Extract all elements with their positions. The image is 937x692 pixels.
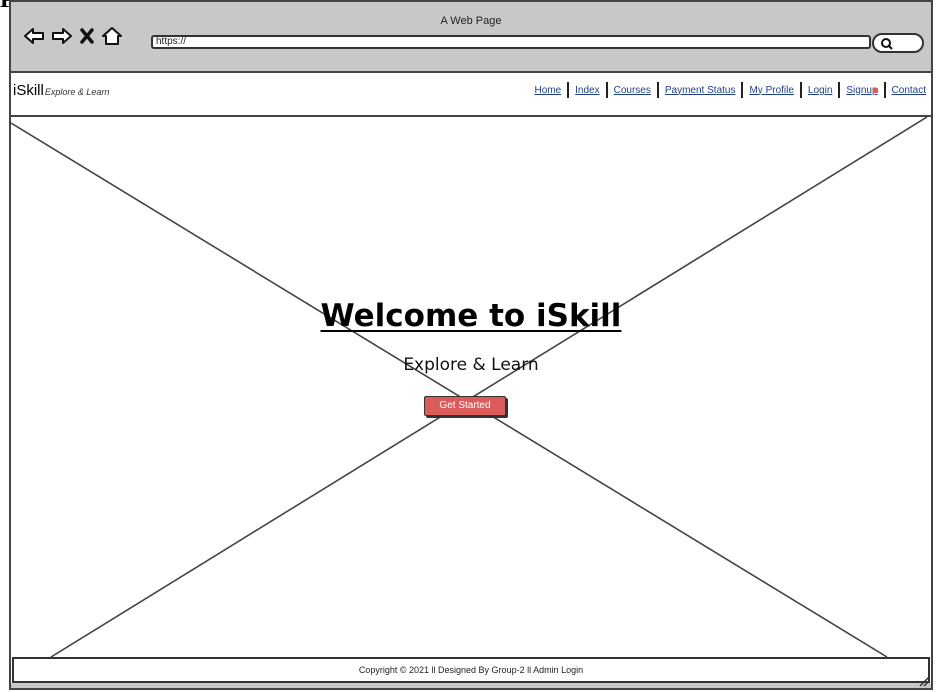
nav-link-login[interactable]: Login — [808, 85, 832, 96]
home-icon[interactable] — [101, 26, 123, 46]
main-nav: Home Index Courses Payment Status My Pro… — [534, 82, 926, 98]
nav-divider — [838, 82, 841, 98]
close-x-icon[interactable] — [79, 26, 95, 46]
nav-divider — [799, 82, 802, 98]
nav-link-contact[interactable]: Contact — [892, 85, 926, 96]
annotation-marker — [872, 88, 878, 93]
search-icon — [881, 38, 893, 50]
url-input[interactable]: https:// — [151, 35, 871, 49]
nav-link-index[interactable]: Index — [575, 85, 599, 96]
window-status-strip — [11, 683, 931, 688]
nav-link-home[interactable]: Home — [534, 85, 561, 96]
browser-window: A Web Page https:// iSkill Explore & Lea… — [9, 0, 933, 690]
nav-divider — [567, 82, 570, 98]
brand-name: iSkill — [13, 82, 44, 99]
nav-divider — [605, 82, 608, 98]
nav-divider — [656, 82, 659, 98]
nav-divider — [883, 82, 886, 98]
hero-subtitle: Explore & Learn — [403, 355, 539, 375]
image-placeholder — [11, 117, 928, 657]
forward-arrow-icon[interactable] — [51, 26, 73, 46]
browser-chrome: A Web Page https:// — [11, 2, 931, 73]
site-header: iSkill Explore & Learn Home Index Course… — [11, 73, 931, 117]
nav-link-my-profile[interactable]: My Profile — [749, 85, 793, 96]
back-arrow-icon[interactable] — [23, 26, 45, 46]
nav-link-courses[interactable]: Courses — [614, 85, 651, 96]
footer: Copyright © 2021 ll Designed By Group-2 … — [12, 657, 930, 683]
resize-grip-icon[interactable] — [918, 675, 930, 687]
brand-tagline: Explore & Learn — [44, 87, 110, 97]
hero-section: Welcome to iSkill Explore & Learn Get St… — [11, 117, 931, 657]
window-title: A Web Page — [440, 15, 502, 27]
hero-title: Welcome to iSkill — [320, 298, 622, 334]
nav-link-payment-status[interactable]: Payment Status — [665, 85, 736, 96]
brand[interactable]: iSkill Explore & Learn — [13, 82, 109, 99]
browser-nav-controls — [23, 26, 123, 46]
search-button[interactable] — [872, 33, 924, 53]
get-started-button[interactable]: Get Started — [424, 396, 506, 416]
nav-divider — [741, 82, 744, 98]
